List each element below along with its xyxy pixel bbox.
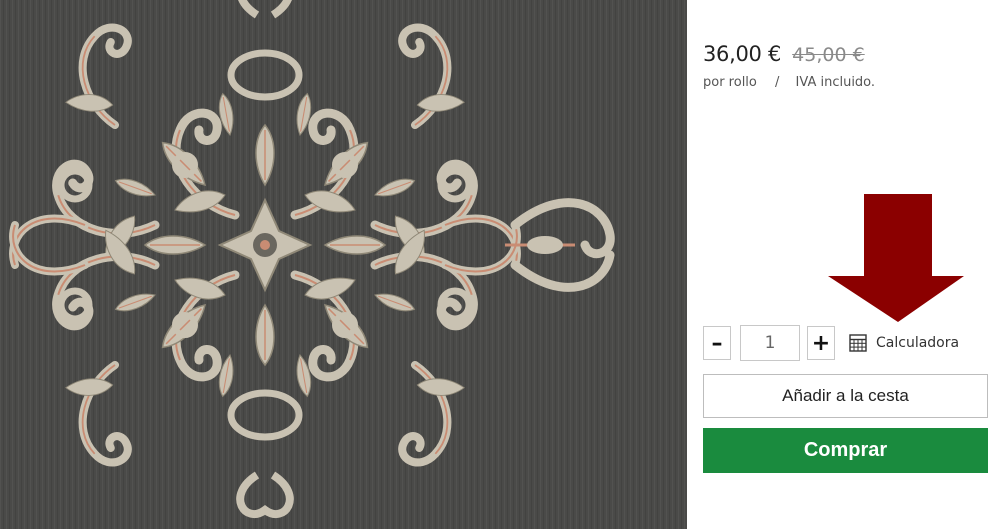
calculator-label: Calculadora [876, 335, 960, 351]
price-note: por rollo / IVA incluido. [703, 75, 875, 90]
product-image [0, 0, 687, 529]
buy-button[interactable]: Comprar [703, 428, 988, 473]
price-block: 36,00 € 45,00 € [703, 42, 865, 66]
increment-button[interactable]: + [807, 326, 835, 360]
calculator-icon [849, 334, 867, 352]
decrement-button[interactable]: – [703, 326, 731, 360]
calculator-button[interactable]: Calculadora [849, 334, 959, 352]
quantity-input[interactable] [740, 325, 800, 361]
price-unit: por rollo [703, 75, 757, 90]
vat-note: IVA incluido. [795, 75, 876, 90]
quantity-selector: – + Calculadora [703, 325, 959, 361]
damask-pattern [0, 0, 687, 529]
arrow-down-icon [828, 194, 964, 322]
price-current: 36,00 € [703, 42, 782, 66]
price-old: 45,00 € [792, 44, 865, 66]
add-to-cart-button[interactable]: Añadir a la cesta [703, 374, 988, 418]
price-separator: / [775, 75, 780, 90]
